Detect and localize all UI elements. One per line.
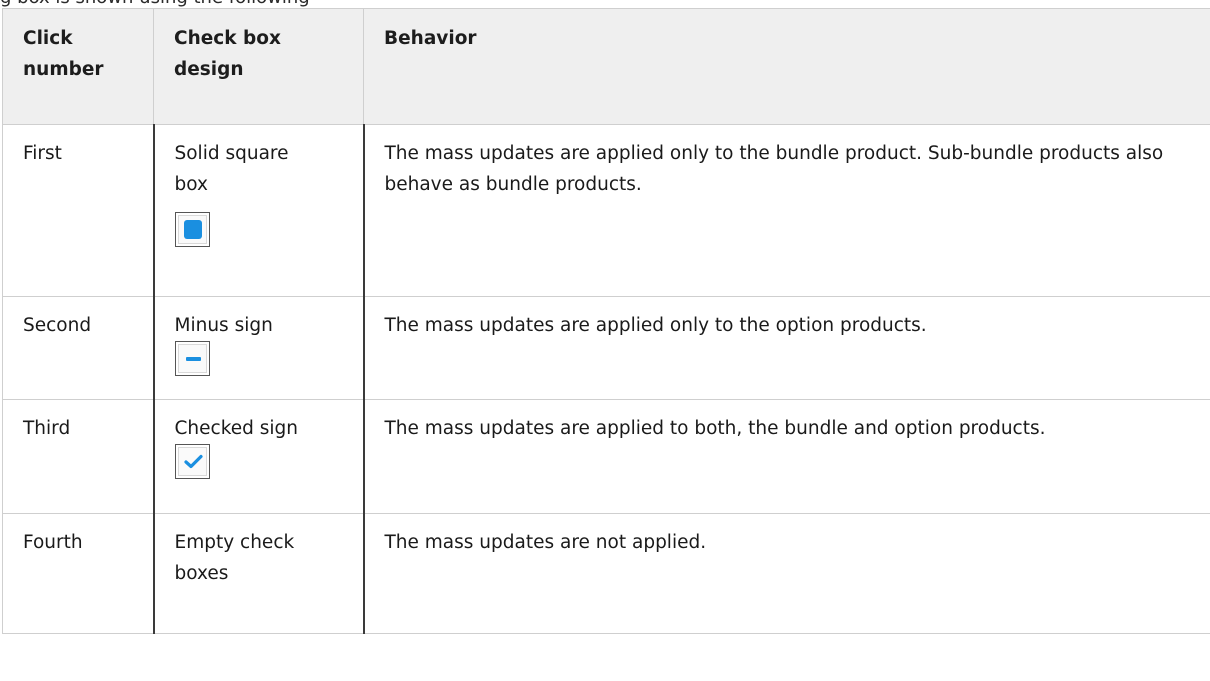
design-cell: Empty check boxes: [153, 513, 365, 634]
design-cell: Solid square box: [153, 124, 365, 297]
header-check-box-design: Check box design: [153, 8, 364, 125]
design-label: Solid square box: [174, 143, 289, 195]
design-cell: Checked sign: [153, 399, 365, 514]
click-label: First: [23, 143, 62, 164]
behavior-cell: The mass updates are applied only to the…: [363, 296, 1210, 400]
behavior-text: The mass updates are applied to both, th…: [384, 418, 1046, 439]
behavior-text: The mass updates are applied only to the…: [384, 143, 1164, 195]
design-label: Empty check boxes: [174, 532, 295, 584]
behavior-text: The mass updates are not applied.: [384, 532, 707, 553]
click-cell: Fourth: [2, 513, 155, 634]
behavior-cell: The mass updates are applied only to the…: [363, 124, 1210, 297]
design-cell: Minus sign: [153, 296, 365, 400]
table-row: Fourth Empty check boxes The mass update…: [2, 513, 1210, 634]
header-click-number-label: Click number: [23, 28, 104, 80]
behavior-text: The mass updates are applied only to the…: [384, 315, 927, 336]
header-check-box-design-label: Check box design: [174, 28, 281, 80]
header-behavior: Behavior: [363, 8, 1210, 125]
design-label: Checked sign: [174, 418, 299, 439]
table-row: Second Minus sign The mass updates are a…: [2, 296, 1210, 400]
design-label: Minus sign: [174, 315, 273, 336]
solid-square-checkbox-icon: [174, 212, 210, 247]
click-cell: First: [2, 124, 155, 297]
click-label: Fourth: [23, 532, 83, 553]
header-click-number: Click number: [2, 8, 154, 125]
click-label: Second: [23, 315, 92, 336]
behavior-cell: The mass updates are applied to both, th…: [363, 399, 1210, 514]
minus-checkbox-icon: [174, 341, 210, 376]
checked-checkbox-icon: [174, 444, 210, 479]
click-cell: Second: [2, 296, 155, 400]
checkbox-behavior-table: Click number Check box design Behavior F…: [2, 8, 1210, 634]
check-mark-icon: [183, 454, 203, 469]
click-label: Third: [23, 418, 71, 439]
click-cell: Third: [2, 399, 155, 514]
header-behavior-label: Behavior: [384, 28, 477, 49]
behavior-cell: The mass updates are not applied.: [363, 513, 1210, 634]
table-row: Third Checked sign The mass updates are …: [2, 399, 1210, 514]
table-row: First Solid square box The mass updates …: [2, 124, 1210, 297]
table-header-row: Click number Check box design Behavior: [2, 8, 1210, 125]
